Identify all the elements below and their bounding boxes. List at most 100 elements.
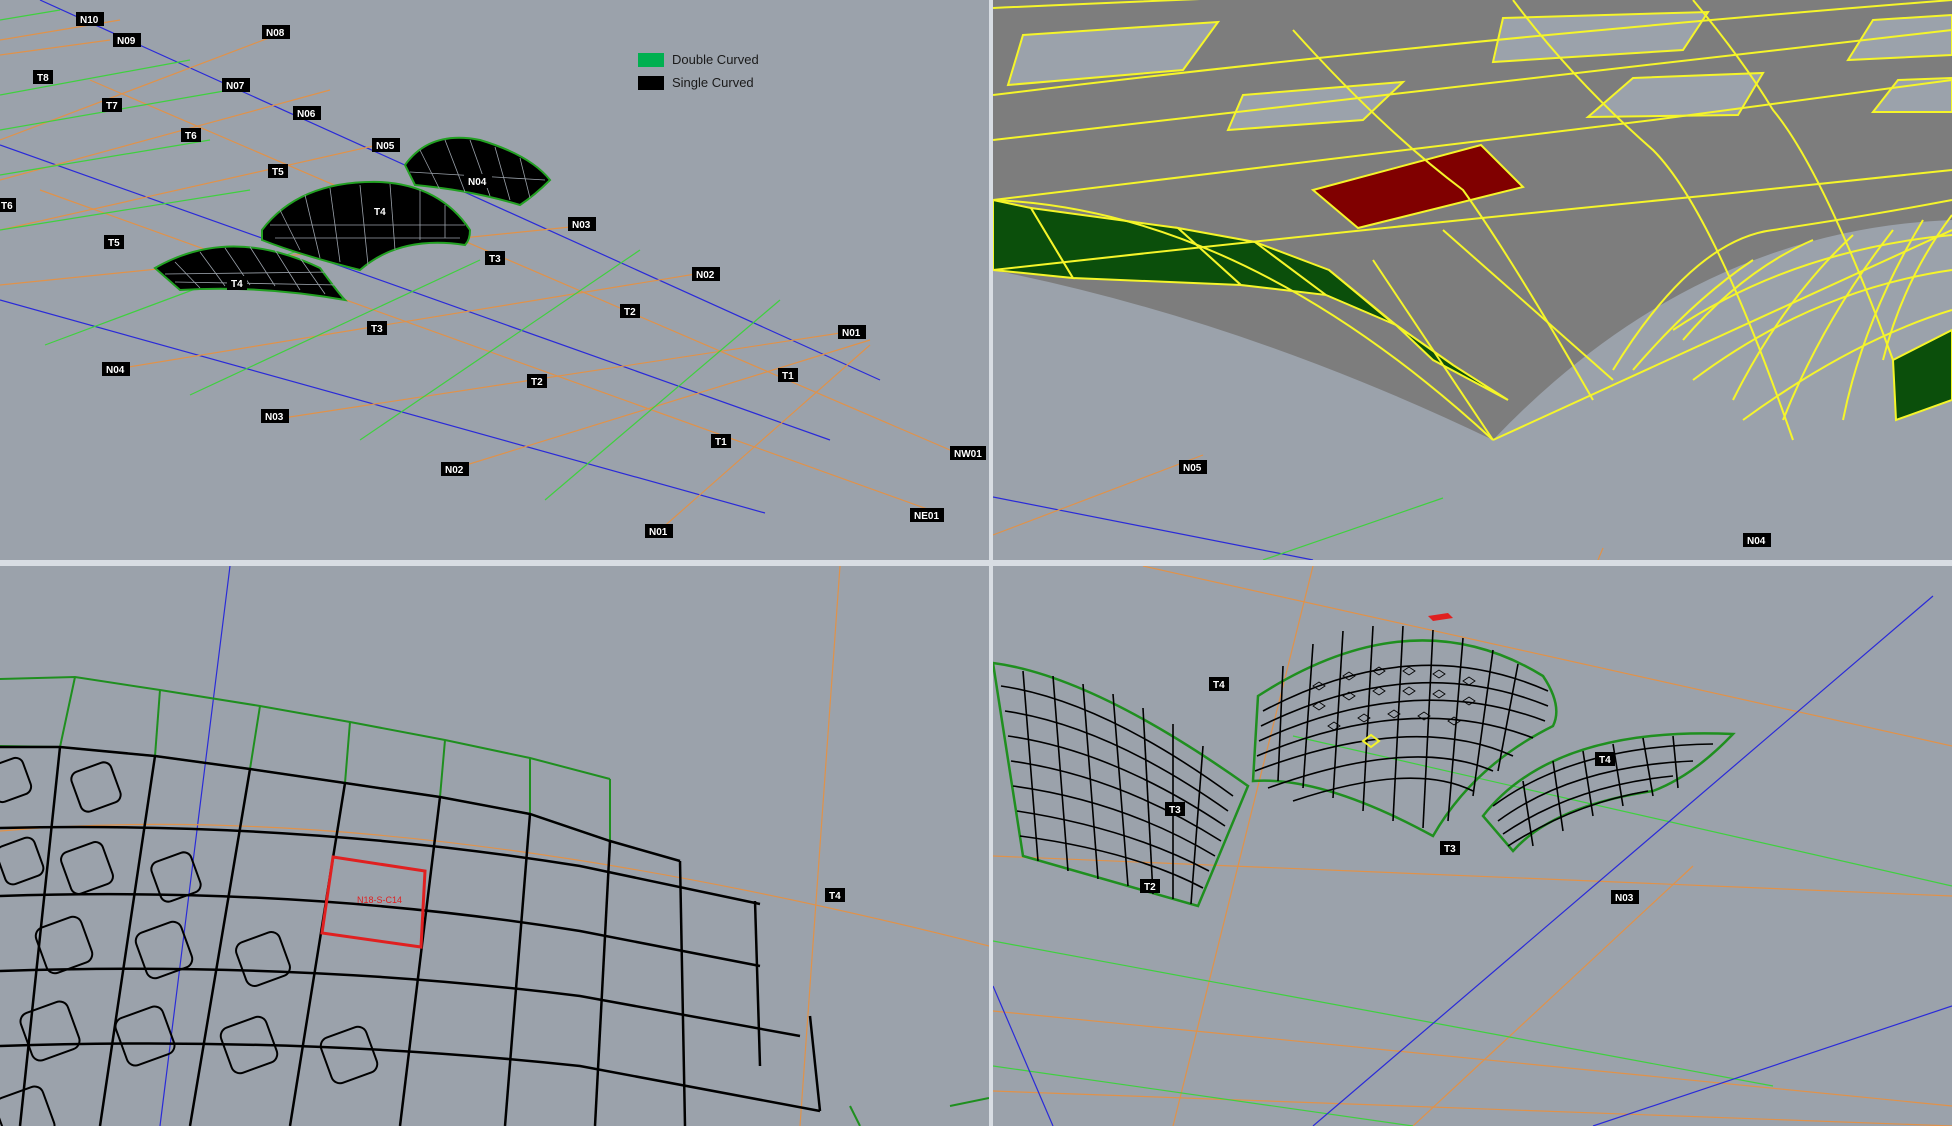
label-n03-lower: N03 (261, 409, 289, 423)
svg-text:T3: T3 (1169, 805, 1181, 816)
label-t5: T5 (268, 164, 288, 178)
label-t2: T2 (620, 304, 640, 318)
orange-grid-lines (0, 19, 951, 531)
panel-id-label: N18-S-C14 (357, 895, 402, 905)
viewport-bottom-right[interactable]: T4 T4 T3 T3 T2 N03 (993, 566, 1952, 1126)
label-t1-lower: T1 (711, 434, 731, 448)
grid-labels: N10 N09 N08 T8 N07 T7 N06 T6 N05 T5 N04 … (0, 12, 986, 538)
selected-panel-marker[interactable] (1428, 613, 1453, 621)
label-t4-main: T4 (370, 204, 390, 218)
surface-right-shell[interactable] (1481, 732, 1736, 853)
svg-text:T7: T7 (106, 101, 118, 112)
orange-grid-line (799, 566, 841, 1126)
svg-text:N01: N01 (842, 328, 861, 339)
viewport-bottom-right-canvas[interactable]: T4 T4 T3 T3 T2 N03 (993, 566, 1952, 1126)
label-t3: T3 (485, 251, 505, 265)
label-t6-left: T6 (0, 198, 16, 212)
label-t2-lower: T2 (527, 374, 547, 388)
label-n04-tr: N04 (1743, 533, 1771, 547)
legend-item-double-curved: Double Curved (638, 48, 759, 71)
svg-text:T4: T4 (829, 891, 841, 902)
viewport-top-right[interactable]: N05 N04 (993, 0, 1952, 560)
label-ne01: NE01 (910, 508, 944, 522)
label-n07: N07 (222, 78, 250, 92)
label-n03: N03 (568, 217, 596, 231)
svg-text:T2: T2 (624, 307, 636, 318)
svg-text:N03: N03 (1615, 893, 1634, 904)
svg-text:T3: T3 (1444, 844, 1456, 855)
legend-label: Single Curved (672, 75, 754, 90)
svg-text:N07: N07 (226, 81, 245, 92)
legend-item-single-curved: Single Curved (638, 71, 759, 94)
green-grid-line (1262, 497, 1444, 560)
label-n02-lower: N02 (441, 462, 469, 476)
label-t4-front: T4 (227, 276, 247, 290)
svg-text:T1: T1 (782, 371, 794, 382)
orange-grid-line-short (1597, 547, 1604, 560)
svg-text:N10: N10 (80, 15, 99, 26)
label-n09: N09 (113, 33, 141, 47)
svg-text:T6: T6 (1, 201, 13, 212)
svg-text:N01: N01 (649, 527, 668, 538)
svg-text:N06: N06 (297, 109, 316, 120)
legend-swatch-green (638, 52, 664, 67)
svg-text:N05: N05 (1183, 463, 1202, 474)
svg-text:T2: T2 (1144, 882, 1156, 893)
quad-viewport-workspace: N10 N09 N08 T8 N07 T7 N06 T6 N05 T5 N04 … (0, 0, 1952, 1126)
svg-text:T4: T4 (231, 279, 243, 290)
label-t5-left: T5 (104, 235, 124, 249)
legend-swatch-black (638, 75, 664, 90)
label-t4-bl: T4 (825, 888, 845, 902)
label-t7: T7 (102, 98, 122, 112)
label-n08: N08 (262, 25, 290, 39)
viewport-top-left-canvas[interactable]: N10 N09 N08 T8 N07 T7 N06 T6 N05 T5 N04 … (0, 0, 989, 560)
label-t4-dome: T4 (1209, 677, 1229, 691)
label-t1: T1 (778, 368, 798, 382)
svg-text:T6: T6 (185, 131, 197, 142)
viewport-top-right-canvas[interactable]: N05 N04 (993, 0, 1952, 560)
legend-label: Double Curved (672, 52, 759, 67)
surface-main-dome[interactable] (1251, 613, 1558, 838)
label-t3-right: T3 (1440, 841, 1460, 855)
svg-text:T1: T1 (715, 437, 727, 448)
label-n01-lower: N01 (645, 524, 673, 538)
svg-text:N03: N03 (265, 412, 284, 423)
svg-text:T5: T5 (108, 238, 120, 249)
label-n06: N06 (293, 106, 321, 120)
label-n04-lower: N04 (102, 362, 130, 376)
surface-left-shell[interactable] (993, 661, 1250, 908)
svg-text:N09: N09 (117, 36, 136, 47)
label-nw01: NW01 (950, 446, 986, 460)
label-t6: T6 (181, 128, 201, 142)
svg-text:N08: N08 (266, 28, 285, 39)
viewport-bottom-left-canvas[interactable]: N18-S-C14 T4 (0, 566, 989, 1126)
blue-grid-line (993, 496, 1314, 560)
svg-text:NE01: NE01 (914, 511, 939, 522)
viewport-bottom-left[interactable]: N18-S-C14 T4 (0, 566, 989, 1126)
single-curved-grid[interactable] (0, 745, 822, 1126)
orange-grid-line (993, 454, 1204, 536)
svg-text:NW01: NW01 (954, 449, 982, 460)
svg-text:N02: N02 (445, 465, 464, 476)
svg-text:T3: T3 (489, 254, 501, 265)
label-t2: T2 (1140, 879, 1160, 893)
label-t8: T8 (33, 70, 53, 84)
viewport-top-left[interactable]: N10 N09 N08 T8 N07 T7 N06 T6 N05 T5 N04 … (0, 0, 989, 560)
label-n05-tr: N05 (1179, 460, 1207, 474)
label-t3-lower: T3 (367, 321, 387, 335)
label-n10: N10 (76, 12, 104, 26)
svg-text:T4: T4 (1599, 755, 1611, 766)
svg-text:N05: N05 (376, 141, 395, 152)
svg-text:T2: T2 (531, 377, 543, 388)
label-n02: N02 (692, 267, 720, 281)
label-t3-left: T3 (1165, 802, 1185, 816)
svg-text:N02: N02 (696, 270, 715, 281)
svg-text:N03: N03 (572, 220, 591, 231)
label-n04: N04 (464, 174, 492, 188)
panel-openings (0, 756, 379, 1126)
label-n01: N01 (838, 325, 866, 339)
svg-text:T4: T4 (374, 207, 386, 218)
svg-text:T5: T5 (272, 167, 284, 178)
label-n03: N03 (1611, 890, 1639, 904)
orange-grid-curve (0, 823, 989, 947)
